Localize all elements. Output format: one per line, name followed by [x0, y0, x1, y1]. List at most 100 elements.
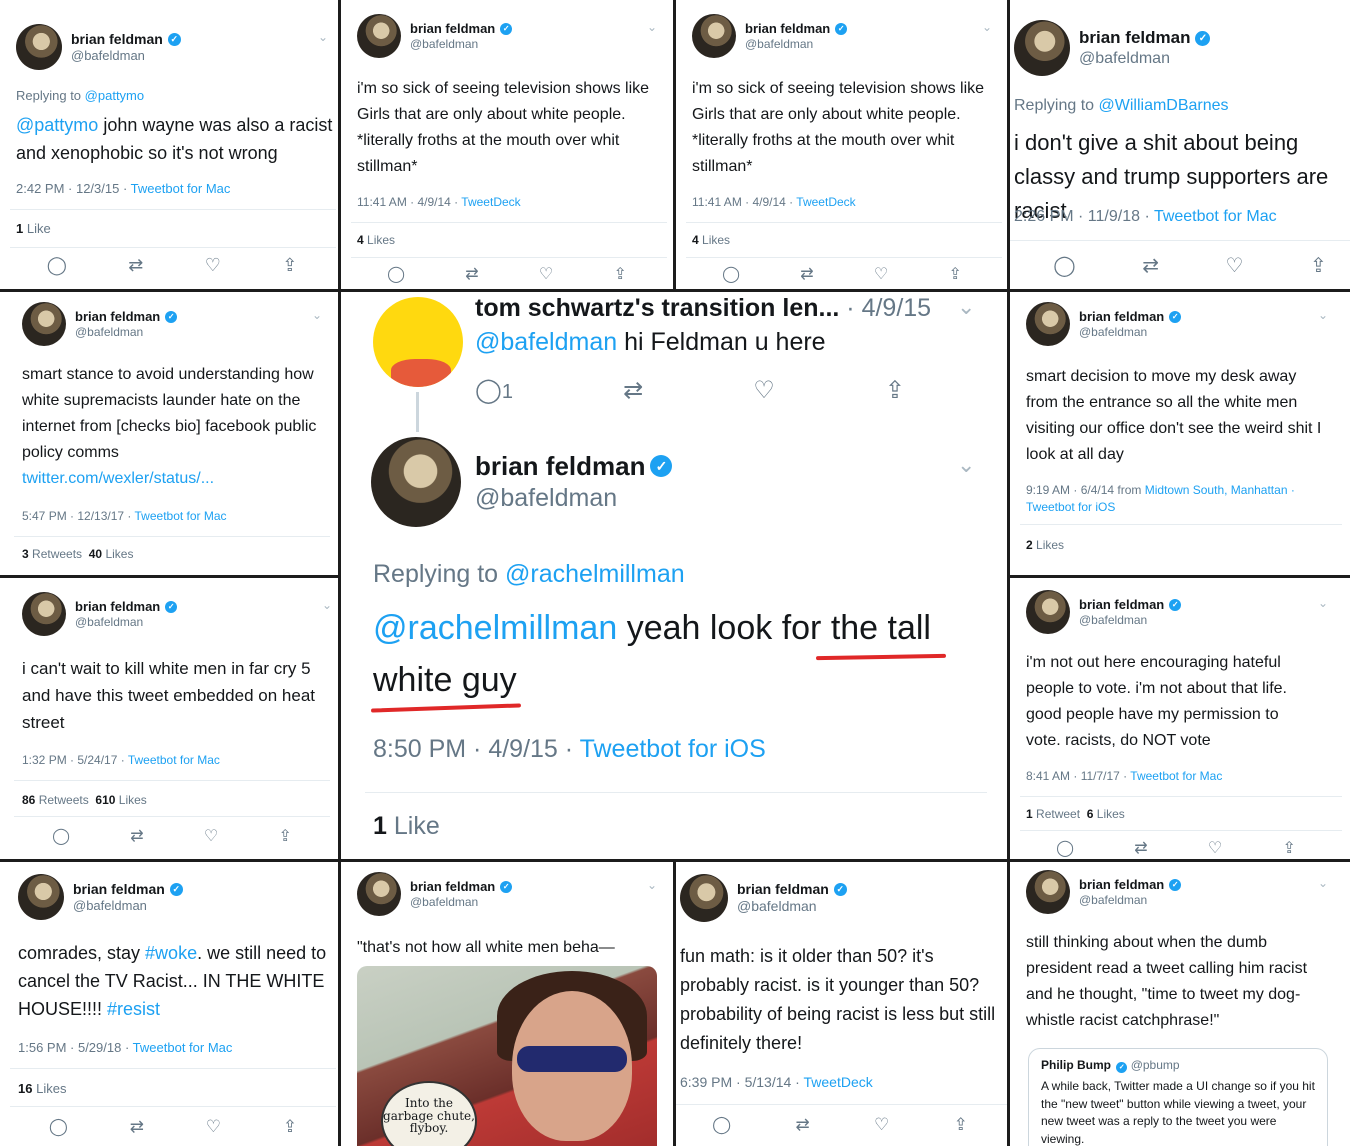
client-link[interactable]: Tweetbot for iOS: [1026, 500, 1115, 514]
tweet-stats[interactable]: 1 Like: [16, 221, 51, 236]
replying-to-link[interactable]: @WilliamDBarnes: [1099, 97, 1229, 114]
mention-link[interactable]: @bafeldman: [475, 328, 617, 356]
client-link[interactable]: Tweetbot for Mac: [131, 181, 231, 196]
tweet-stats[interactable]: 4 Likes: [692, 233, 730, 247]
tweet-link[interactable]: twitter.com/wexler/status/...: [22, 470, 214, 487]
like-icon[interactable]: ♡: [206, 1117, 221, 1137]
chevron-down-icon[interactable]: ⌄: [1318, 876, 1328, 890]
retweet-icon[interactable]: ⇄: [1142, 253, 1159, 278]
author-name[interactable]: brian feldman: [410, 21, 495, 37]
reply-icon[interactable]: ◯: [52, 826, 70, 846]
client-link[interactable]: Tweetbot for Mac: [133, 1040, 233, 1055]
tweet-stats[interactable]: 86 Retweets 610 Likes: [22, 793, 147, 807]
avatar[interactable]: [357, 872, 401, 916]
chevron-down-icon[interactable]: ⌄: [957, 452, 975, 478]
retweet-icon[interactable]: ⇄: [128, 255, 143, 276]
client-link[interactable]: TweetDeck: [796, 195, 855, 209]
client-link[interactable]: Tweetbot for iOS: [580, 735, 766, 763]
mention-link[interactable]: @pattymo: [16, 115, 98, 135]
avatar[interactable]: [357, 14, 401, 58]
chevron-down-icon[interactable]: ⌄: [1318, 308, 1328, 322]
client-link[interactable]: Tweetbot for Mac: [1154, 208, 1277, 225]
share-icon[interactable]: ⇪: [948, 264, 961, 284]
client-link[interactable]: Tweetbot for Mac: [135, 509, 227, 523]
avatar[interactable]: [1026, 590, 1070, 634]
hashtag-link[interactable]: #resist: [107, 999, 160, 1019]
like-icon[interactable]: ♡: [1208, 838, 1222, 858]
client-link[interactable]: TweetDeck: [461, 195, 520, 209]
avatar[interactable]: [22, 592, 66, 636]
avatar[interactable]: [1026, 302, 1070, 346]
retweet-icon[interactable]: ⇄: [800, 264, 813, 284]
like-icon[interactable]: ♡: [205, 255, 221, 276]
author-handle[interactable]: @bafeldman: [1079, 613, 1181, 627]
share-icon[interactable]: ⇪: [613, 264, 626, 284]
share-icon[interactable]: ⇪: [278, 826, 291, 846]
author-handle[interactable]: @bafeldman: [1079, 893, 1181, 907]
quoted-tweet[interactable]: Philip Bump ✓ @pbump A while back, Twitt…: [1028, 1048, 1328, 1146]
author-handle[interactable]: @bafeldman: [475, 483, 672, 514]
author-name[interactable]: brian feldman: [410, 879, 495, 895]
replying-to-link[interactable]: @rachelmillman: [505, 560, 685, 588]
tweet-stats[interactable]: 3 Retweets 40 Likes: [22, 547, 133, 561]
retweet-icon[interactable]: ⇄: [1134, 838, 1147, 858]
tweet-stats[interactable]: 1 Like: [373, 812, 440, 841]
author-name[interactable]: brian feldman: [73, 881, 165, 898]
like-icon[interactable]: ♡: [204, 826, 218, 846]
retweet-icon[interactable]: ⇄: [795, 1115, 809, 1135]
like-icon[interactable]: ♡: [874, 264, 888, 284]
reply-icon[interactable]: ◯: [1053, 253, 1075, 278]
author-handle[interactable]: @bafeldman: [75, 325, 177, 339]
author-handle[interactable]: @bafeldman: [75, 615, 177, 629]
share-icon[interactable]: ⇪: [954, 1115, 968, 1135]
author-handle[interactable]: @bafeldman: [737, 898, 847, 915]
avatar[interactable]: [680, 874, 728, 922]
chevron-down-icon[interactable]: ⌄: [1318, 596, 1328, 610]
reply-icon[interactable]: ◯: [47, 255, 67, 276]
avatar[interactable]: [373, 297, 463, 387]
like-icon[interactable]: ♡: [1225, 253, 1243, 278]
chevron-down-icon[interactable]: ⌄: [957, 294, 975, 320]
like-icon[interactable]: ♡: [874, 1115, 889, 1135]
avatar[interactable]: [371, 437, 461, 527]
avatar[interactable]: [18, 874, 64, 920]
reply-icon[interactable]: ◯: [1056, 838, 1074, 858]
author-handle[interactable]: @bafeldman: [410, 895, 512, 909]
client-link[interactable]: TweetDeck: [803, 1074, 872, 1090]
avatar[interactable]: [16, 24, 62, 70]
like-icon[interactable]: ♡: [753, 376, 775, 405]
share-icon[interactable]: ⇪: [282, 255, 297, 276]
chevron-down-icon[interactable]: ⌄: [312, 308, 322, 322]
comic-image[interactable]: Into the garbage chute, flyboy.: [357, 966, 657, 1146]
author-name[interactable]: brian feldman: [737, 881, 829, 898]
author-name[interactable]: brian feldman: [475, 450, 645, 483]
replying-to-link[interactable]: @pattymo: [85, 88, 144, 103]
tweet-stats[interactable]: 4 Likes: [357, 233, 395, 247]
chevron-down-icon[interactable]: ⌄: [322, 598, 332, 612]
author-name[interactable]: brian feldman: [75, 309, 160, 325]
like-icon[interactable]: ♡: [539, 264, 553, 284]
author-handle[interactable]: @bafeldman: [73, 898, 183, 914]
author-handle[interactable]: @bafeldman: [745, 37, 847, 51]
avatar[interactable]: [22, 302, 66, 346]
tweet-stats[interactable]: 1 Retweet 6 Likes: [1026, 807, 1125, 821]
share-icon[interactable]: ⇪: [1282, 838, 1295, 858]
parent-author-name[interactable]: tom schwartz's transition len...: [475, 294, 839, 322]
author-name[interactable]: brian feldman: [75, 599, 160, 615]
author-name[interactable]: brian feldman: [1079, 28, 1190, 48]
share-icon[interactable]: ⇪: [885, 376, 905, 405]
reply-icon[interactable]: ◯: [387, 264, 405, 284]
tweet-stats[interactable]: 2 Likes: [1026, 538, 1064, 552]
hashtag-link[interactable]: #woke: [145, 943, 197, 963]
chevron-down-icon[interactable]: ⌄: [982, 20, 992, 34]
author-name[interactable]: brian feldman: [745, 21, 830, 37]
tweet-stats[interactable]: 16 Likes: [18, 1081, 66, 1096]
chevron-down-icon[interactable]: ⌄: [647, 20, 657, 34]
author-name[interactable]: brian feldman: [1079, 877, 1164, 893]
retweet-icon[interactable]: ⇄: [130, 826, 143, 846]
reply-icon[interactable]: ◯1: [475, 376, 513, 405]
retweet-icon[interactable]: ⇄: [465, 264, 478, 284]
author-handle[interactable]: @bafeldman: [1079, 49, 1210, 68]
reply-icon[interactable]: ◯: [712, 1115, 731, 1135]
client-link[interactable]: Tweetbot for Mac: [1130, 769, 1222, 783]
